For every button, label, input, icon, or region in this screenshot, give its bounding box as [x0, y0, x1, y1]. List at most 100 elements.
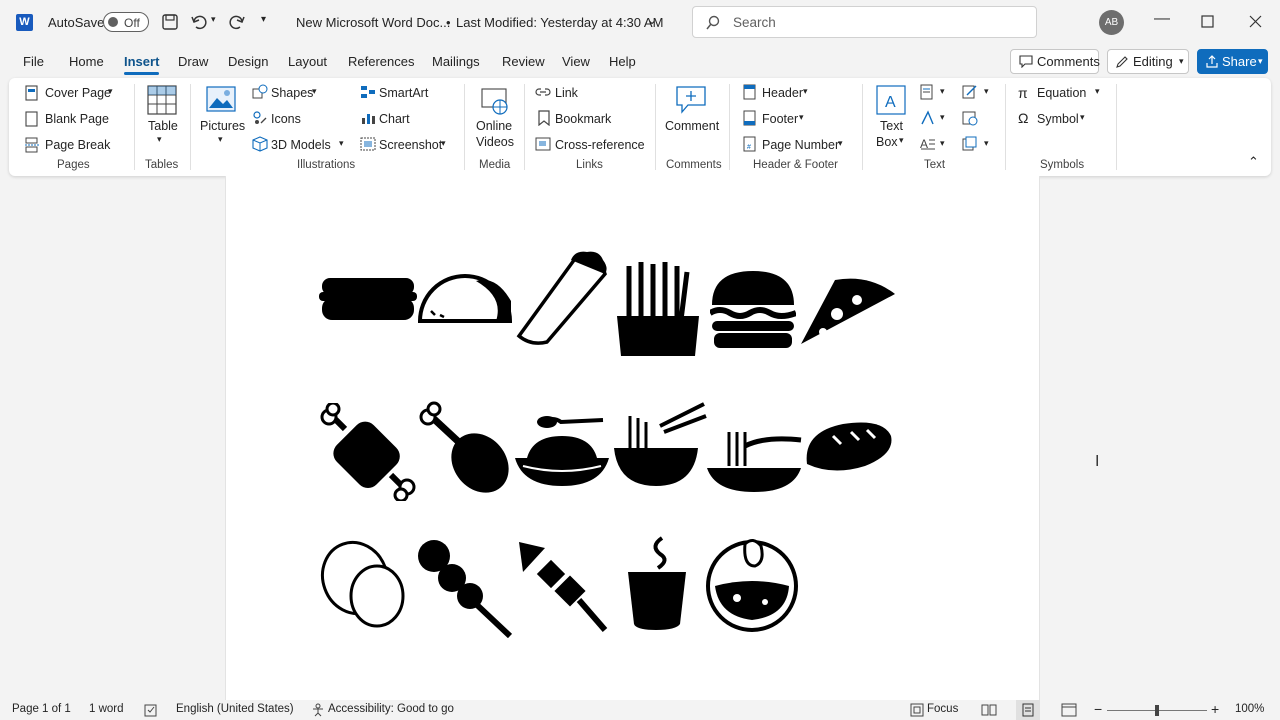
zoom-in-icon[interactable]: + [1211, 701, 1219, 717]
blank-page-button[interactable]: Blank Page [45, 112, 109, 126]
tab-design[interactable]: Design [228, 54, 268, 69]
save-icon[interactable] [161, 13, 179, 31]
tab-insert[interactable]: Insert [124, 54, 160, 75]
chevron-down-icon[interactable]: ▾ [899, 135, 904, 146]
chevron-down-icon: ▾ [1179, 56, 1184, 66]
chevron-down-icon[interactable]: ⌄ [647, 13, 657, 27]
svg-text:#: # [747, 144, 751, 151]
search-box[interactable]: Search [692, 6, 1037, 38]
zoom-level[interactable]: 100% [1235, 703, 1264, 715]
focus-button[interactable]: Focus [927, 703, 958, 715]
collapse-ribbon-icon[interactable]: ⌃ [1248, 154, 1259, 170]
new-comment-icon [676, 86, 706, 114]
bread-icon [806, 422, 892, 471]
zoom-out-icon[interactable]: − [1094, 701, 1102, 717]
drop-cap-icon: A [920, 137, 935, 151]
proofing-icon[interactable] [144, 703, 158, 717]
online-videos-label-2[interactable]: Videos [476, 135, 514, 149]
chevron-down-icon[interactable]: ▾ [940, 112, 945, 123]
autosave-toggle[interactable]: Off [103, 12, 149, 32]
chevron-down-icon[interactable]: ▾ [984, 138, 989, 149]
pictures-button[interactable]: Pictures [200, 119, 245, 133]
text-box-label-1[interactable]: Text [880, 119, 903, 133]
share-button[interactable]: Share ▾ [1197, 49, 1268, 74]
page-break-button[interactable]: Page Break [45, 138, 110, 152]
document-page[interactable] [225, 176, 1040, 700]
page-count[interactable]: Page 1 of 1 [12, 703, 71, 715]
comment-button[interactable]: Comment [665, 119, 719, 133]
avatar[interactable]: AB [1099, 10, 1124, 35]
tab-references[interactable]: References [348, 54, 414, 69]
icons-button[interactable]: Icons [271, 112, 301, 126]
chevron-down-icon[interactable]: ▾ [799, 112, 804, 123]
tab-file[interactable]: File [23, 54, 44, 69]
fries-icon [617, 262, 699, 356]
tab-review[interactable]: Review [502, 54, 545, 69]
bookmark-button[interactable]: Bookmark [555, 112, 611, 126]
accessibility-status[interactable]: Accessibility: Good to go [328, 703, 454, 715]
accessibility-icon[interactable] [311, 703, 325, 717]
header-button[interactable]: Header [762, 86, 803, 100]
comment-icon [1019, 55, 1033, 68]
print-layout-icon[interactable] [1021, 703, 1035, 717]
editing-button[interactable]: Editing ▾ [1107, 49, 1189, 74]
zoom-slider-thumb[interactable] [1155, 705, 1159, 716]
3d-models-icon [252, 136, 268, 152]
chevron-down-icon[interactable]: ▾ [1080, 112, 1085, 123]
chevron-down-icon[interactable]: ▾ [838, 138, 843, 149]
chart-button[interactable]: Chart [379, 112, 410, 126]
shapes-button[interactable]: Shapes [271, 86, 313, 100]
chevron-down-icon[interactable]: ▾ [157, 134, 162, 145]
tab-home[interactable]: Home [69, 54, 104, 69]
chevron-down-icon[interactable]: ▾ [218, 134, 223, 145]
group-label-links: Links [576, 159, 603, 171]
search-placeholder: Search [733, 15, 776, 30]
chevron-down-icon[interactable]: ▾ [803, 86, 808, 97]
minimize-icon[interactable]: — [1154, 10, 1170, 28]
web-layout-icon[interactable] [1061, 703, 1077, 717]
comments-button[interactable]: Comments [1010, 49, 1100, 74]
chevron-down-icon[interactable]: ▾ [1095, 86, 1100, 97]
redo-icon[interactable] [228, 13, 246, 31]
tab-layout[interactable]: Layout [288, 54, 327, 69]
last-modified[interactable]: Last Modified: Yesterday at 4:30 AM [456, 15, 663, 30]
word-count[interactable]: 1 word [89, 703, 124, 715]
chevron-down-icon[interactable]: ▾ [339, 138, 344, 149]
link-icon [535, 88, 551, 96]
focus-icon[interactable] [910, 703, 924, 717]
smartart-button[interactable]: SmartArt [379, 86, 428, 100]
undo-icon[interactable] [190, 13, 208, 31]
cover-page-button[interactable]: Cover Page [45, 86, 111, 100]
chevron-down-icon[interactable]: ▾ [984, 86, 989, 97]
symbol-button[interactable]: Symbol [1037, 112, 1079, 126]
tab-help[interactable]: Help [609, 54, 636, 69]
tab-draw[interactable]: Draw [178, 54, 208, 69]
undo-dropdown-icon[interactable]: ▾ [211, 14, 216, 25]
equation-button[interactable]: Equation [1037, 86, 1086, 100]
chevron-down-icon[interactable]: ▾ [108, 86, 113, 97]
text-box-label-2[interactable]: Box [876, 135, 898, 149]
chevron-down-icon[interactable]: ▾ [312, 86, 317, 97]
tab-view[interactable]: View [562, 54, 590, 69]
group-label-pages: Pages [57, 159, 90, 171]
cross-reference-button[interactable]: Cross-reference [555, 138, 645, 152]
online-videos-label-1[interactable]: Online [476, 119, 512, 133]
read-mode-icon[interactable] [981, 703, 997, 717]
tab-mailings[interactable]: Mailings [432, 54, 480, 69]
maximize-icon[interactable] [1201, 15, 1214, 28]
document-title[interactable]: New Microsoft Word Doc... [296, 15, 450, 30]
chevron-down-icon[interactable]: ▾ [940, 138, 945, 149]
taco-icon [417, 274, 513, 323]
customize-toolbar-icon[interactable]: ▾ [261, 14, 266, 25]
chevron-down-icon[interactable]: ▾ [441, 138, 446, 149]
cross-reference-icon [535, 137, 551, 151]
language-status[interactable]: English (United States) [176, 703, 294, 715]
3d-models-button[interactable]: 3D Models [271, 138, 331, 152]
link-button[interactable]: Link [555, 86, 578, 100]
footer-button[interactable]: Footer [762, 112, 798, 126]
page-number-button[interactable]: Page Number [762, 138, 839, 152]
close-icon[interactable] [1249, 15, 1262, 28]
chevron-down-icon[interactable]: ▾ [940, 86, 945, 97]
table-button[interactable]: Table [148, 119, 178, 133]
screenshot-button[interactable]: Screenshot [379, 138, 442, 152]
